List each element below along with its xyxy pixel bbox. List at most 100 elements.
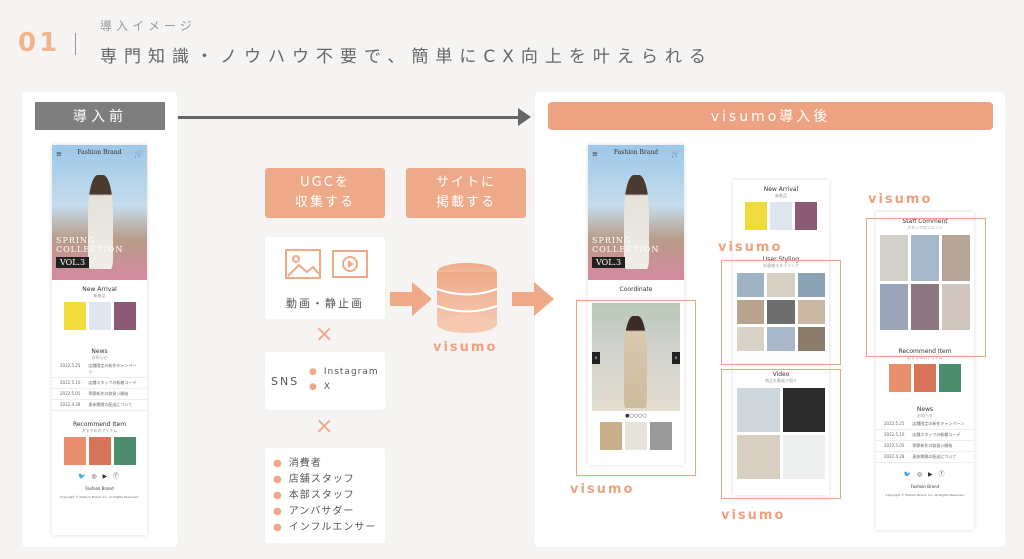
before-label: 導入前 xyxy=(35,102,165,130)
footer-brand: Fashion Brand xyxy=(910,484,940,489)
bullet-icon: ● xyxy=(273,506,283,517)
product-thumb[interactable] xyxy=(914,364,936,392)
news-text: 季節新作の取扱い開始 xyxy=(912,443,953,448)
people-item: ● 店舗スタッフ xyxy=(273,472,376,488)
people-item: ● アンバサダー xyxy=(273,504,376,520)
people-item: ● 消費者 xyxy=(273,456,376,472)
cross-mark-1: × xyxy=(315,322,334,347)
database-label: visumo xyxy=(433,340,498,355)
people-item-label: 本部スタッフ xyxy=(288,490,355,501)
collection-vol: VOL.3 xyxy=(56,257,90,268)
product-thumb[interactable] xyxy=(63,437,86,465)
copyright: Copyright © Fashion Brand, Inc. All Righ… xyxy=(59,495,140,499)
news-date: 2022.5.10 xyxy=(60,380,81,385)
bullet-icon: ● xyxy=(309,382,318,392)
bullet-icon: ● xyxy=(273,474,283,485)
ugc-collect-box: UGCを 収集する xyxy=(265,168,385,218)
product-thumb[interactable] xyxy=(113,302,136,330)
news-text: 連休期間の配送について xyxy=(88,402,133,407)
flow-arrow-head xyxy=(518,108,531,126)
people-item-label: 店舗スタッフ xyxy=(288,474,355,485)
divider xyxy=(75,33,76,55)
before-phone-screen: ≡ Fashion Brand 🛒 SPRING COLLECTION VOL.… xyxy=(52,145,147,535)
collection-title: SPRING COLLECTION xyxy=(56,236,124,254)
model-figure xyxy=(88,174,113,270)
product-thumb[interactable] xyxy=(88,437,111,465)
new-arrival-title: New Arrival xyxy=(763,186,799,193)
media-box: 動画・静止画 xyxy=(265,237,385,319)
new-arrival-thumbs xyxy=(52,302,147,330)
news-text: 店舗限定の新作キャンペーン xyxy=(88,363,137,374)
bullet-icon: ● xyxy=(309,367,318,377)
hero-image: ≡ Fashion Brand 🛒 SPRING COLLECTION VOL.… xyxy=(52,145,147,280)
recommend-sub: おすすめのアイテム xyxy=(81,428,118,433)
news-title: News xyxy=(916,406,934,413)
recommend-thumbs xyxy=(52,437,147,465)
visumo-label: visumo xyxy=(570,482,635,497)
cart-icon[interactable]: 🛒 xyxy=(134,150,143,158)
people-item-label: 消費者 xyxy=(288,458,322,469)
news-row[interactable]: 2022.4.28 連休期間の配送について xyxy=(52,400,147,411)
product-thumb[interactable] xyxy=(795,202,817,230)
news-row[interactable]: 2022.5.25 店舗限定の新作キャンペーン xyxy=(876,419,974,430)
section-number: 01 xyxy=(18,28,61,58)
news-date: 2022.5.05 xyxy=(884,443,905,448)
news-date: 2022.5.25 xyxy=(60,363,81,368)
sns-item: ● Instagram xyxy=(309,365,379,380)
news-date: 2022.4.28 xyxy=(884,454,905,459)
people-item: ● 本部スタッフ xyxy=(273,488,376,504)
news-text: 店舗スタッフの新着コーデ xyxy=(88,380,137,385)
copyright: Copyright © Fashion Brand, Inc. All Righ… xyxy=(885,493,965,497)
visumo-label: visumo xyxy=(721,508,786,523)
news-date: 2022.4.28 xyxy=(60,402,81,407)
visumo-label: visumo xyxy=(868,192,933,207)
news-date: 2022.5.25 xyxy=(884,421,905,426)
news-row[interactable]: 2022.5.25 店舗限定の新作キャンペーン xyxy=(52,361,147,378)
people-item-label: アンバサダー xyxy=(288,506,355,517)
social-icons[interactable]: 🐦 ◎ ▶ ⓕ xyxy=(876,469,974,478)
coordinate-title: Coordinate xyxy=(619,286,653,293)
product-thumb[interactable] xyxy=(113,437,136,465)
people-item: ● インフルエンサー xyxy=(273,520,376,536)
news-text: 店舗限定の新作キャンペーン xyxy=(912,421,965,426)
highlight-frame xyxy=(721,260,841,365)
highlight-frame xyxy=(576,300,696,476)
news-row[interactable]: 2022.4.28 連休期間の配送について xyxy=(876,452,974,463)
new-arrival-sub: 新着品 xyxy=(775,193,787,198)
people-list: ● 消費者 ● 店舗スタッフ ● 本部スタッフ ● アンバサダー ● インフルエンサー xyxy=(273,456,376,536)
sns-label: SNS xyxy=(271,375,300,388)
footer-brand: Fashion Brand xyxy=(85,486,114,491)
product-thumb[interactable] xyxy=(939,364,961,392)
collection-title: SPRING COLLECTION xyxy=(592,236,660,254)
product-thumb[interactable] xyxy=(770,202,792,230)
product-thumb[interactable] xyxy=(63,302,86,330)
brand-logo: Fashion Brand xyxy=(77,149,122,156)
news-row[interactable]: 2022.5.05 季節新作の取扱い開始 xyxy=(52,389,147,400)
social-icons[interactable]: 🐦 ◎ ▶ ⓕ xyxy=(52,471,147,480)
sns-list: ● Instagram ● X xyxy=(309,365,379,395)
news-row[interactable]: 2022.5.05 季節新作の取扱い開始 xyxy=(876,441,974,452)
sns-item-label: Instagram xyxy=(323,367,379,377)
news-row[interactable]: 2022.5.10 店舗スタッフの新着コーデ xyxy=(876,430,974,441)
flow-arrow-line xyxy=(178,116,523,119)
bullet-icon: ● xyxy=(273,458,283,469)
cart-icon[interactable]: 🛒 xyxy=(671,150,680,158)
news-row[interactable]: 2022.5.10 店舗スタッフの新着コーデ xyxy=(52,378,147,389)
cross-mark-2: × xyxy=(315,414,334,439)
after-label: visumo導入後 xyxy=(548,102,993,130)
product-thumb[interactable] xyxy=(745,202,767,230)
bullet-icon: ● xyxy=(273,522,283,533)
brand-logo: Fashion Brand xyxy=(613,149,659,156)
news-text: 連休期間の配送について xyxy=(912,454,957,459)
video-icon xyxy=(332,250,368,278)
product-thumb[interactable] xyxy=(889,364,911,392)
section-title: 専門知識・ノウハウ不要で、簡単にCX向上を叶えられる xyxy=(100,47,713,67)
new-arrival-title: New Arrival xyxy=(82,286,117,293)
sns-box: SNS ● Instagram ● X xyxy=(265,352,385,410)
highlight-frame xyxy=(866,218,986,357)
sns-item-label: X xyxy=(323,382,332,392)
arrow-right-icon xyxy=(512,282,554,316)
hero-image: ≡ Fashion Brand 🛒 SPRING COLLECTION VOL.… xyxy=(588,145,684,280)
product-thumb[interactable] xyxy=(88,302,111,330)
new-arrival-thumbs xyxy=(733,202,829,230)
